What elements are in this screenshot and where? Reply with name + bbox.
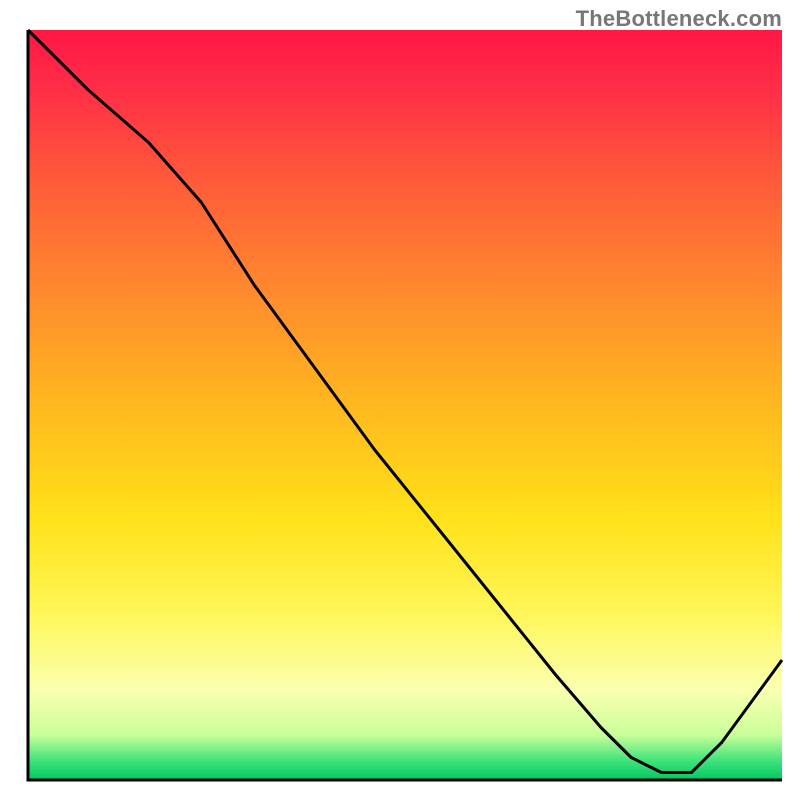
- gradient-background: [28, 30, 782, 780]
- chart-plot: [0, 0, 800, 800]
